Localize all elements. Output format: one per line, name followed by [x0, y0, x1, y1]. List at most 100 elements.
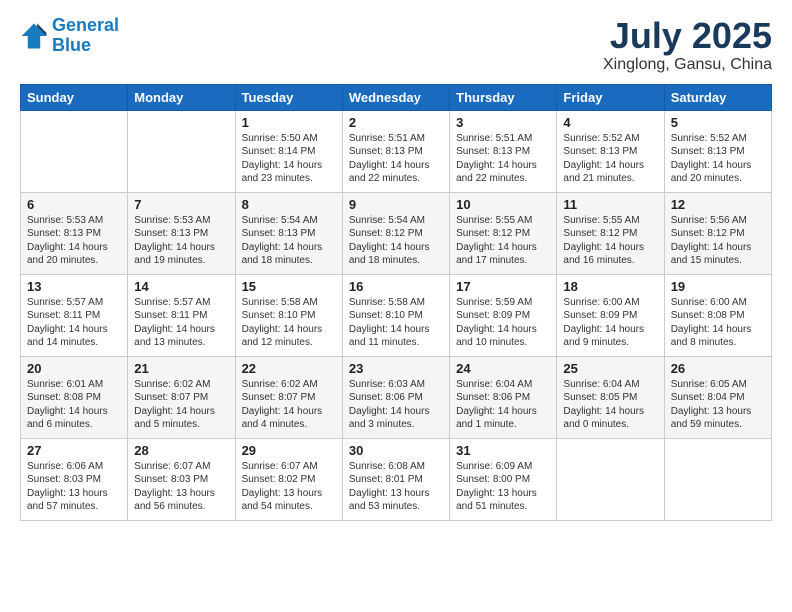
col-friday: Friday [557, 84, 664, 110]
day-info: Sunrise: 5:56 AM Sunset: 8:12 PM Dayligh… [671, 214, 765, 268]
day-number: 22 [242, 361, 336, 376]
day-info: Sunrise: 5:54 AM Sunset: 8:12 PM Dayligh… [349, 214, 443, 268]
table-row: 11 Sunrise: 5:55 AM Sunset: 8:12 PM Dayli… [557, 192, 664, 274]
day-info: Sunrise: 5:53 AM Sunset: 8:13 PM Dayligh… [134, 214, 228, 268]
table-row: 19 Sunrise: 6:00 AM Sunset: 8:08 PM Dayli… [664, 274, 771, 356]
table-row: 30Sunrise: 6:08 AM Sunset: 8:01 PM Dayli… [342, 438, 449, 520]
table-row: 2 Sunrise: 5:51 AM Sunset: 8:13 PM Daylig… [342, 110, 449, 192]
table-row: 3Sunrise: 5:51 AM Sunset: 8:13 PM Daylig… [450, 110, 557, 192]
day-info: Sunrise: 6:00 AM Sunset: 8:08 PM Dayligh… [671, 296, 765, 350]
day-info: Sunrise: 5:54 AM Sunset: 8:13 PM Dayligh… [242, 214, 336, 268]
calendar-header-row: Sunday Monday Tuesday Wednesday Thursday… [21, 84, 772, 110]
table-row: 24 Sunrise: 6:04 AM Sunset: 8:06 PM Dayli… [450, 356, 557, 438]
day-info: Sunrise: 6:08 AM Sunset: 8:01 PM Dayligh… [349, 460, 443, 514]
table-row [664, 438, 771, 520]
page: General Blue July 2025 Xinglong, Gansu, … [0, 0, 792, 612]
day-info: Sunrise: 6:02 AM Sunset: 8:07 PM Dayligh… [134, 378, 228, 432]
table-row: 9 Sunrise: 5:54 AM Sunset: 8:12 PM Daylig… [342, 192, 449, 274]
day-number: 13 [27, 279, 121, 294]
table-row: 7 Sunrise: 5:53 AM Sunset: 8:13 PM Daylig… [128, 192, 235, 274]
day-number: 12 [671, 197, 765, 212]
day-number: 9 [349, 197, 443, 212]
day-number: 25 [563, 361, 657, 376]
table-row: 25 Sunrise: 6:04 AM Sunset: 8:05 PM Dayli… [557, 356, 664, 438]
day-info: Sunrise: 5:52 AM Sunset: 8:13 PM Dayligh… [671, 132, 765, 186]
table-row: 23Sunrise: 6:03 AM Sunset: 8:06 PM Dayli… [342, 356, 449, 438]
day-info: Sunrise: 5:52 AM Sunset: 8:13 PM Dayligh… [563, 132, 657, 186]
day-info: Sunrise: 6:07 AM Sunset: 8:02 PM Dayligh… [242, 460, 336, 514]
day-number: 31 [456, 443, 550, 458]
table-row: 29Sunrise: 6:07 AM Sunset: 8:02 PM Dayli… [235, 438, 342, 520]
month-title: July 2025 [603, 16, 772, 56]
day-number: 11 [563, 197, 657, 212]
day-number: 10 [456, 197, 550, 212]
day-info: Sunrise: 5:57 AM Sunset: 8:11 PM Dayligh… [27, 296, 121, 350]
day-number: 7 [134, 197, 228, 212]
day-number: 20 [27, 361, 121, 376]
day-number: 16 [349, 279, 443, 294]
day-info: Sunrise: 5:58 AM Sunset: 8:10 PM Dayligh… [349, 296, 443, 350]
day-info: Sunrise: 5:58 AM Sunset: 8:10 PM Dayligh… [242, 296, 336, 350]
table-row: 16 Sunrise: 5:58 AM Sunset: 8:10 PM Dayli… [342, 274, 449, 356]
day-info: Sunrise: 5:57 AM Sunset: 8:11 PM Dayligh… [134, 296, 228, 350]
table-row: 21 Sunrise: 6:02 AM Sunset: 8:07 PM Dayli… [128, 356, 235, 438]
table-row: 14Sunrise: 5:57 AM Sunset: 8:11 PM Dayli… [128, 274, 235, 356]
day-number: 4 [563, 115, 657, 130]
calendar-week-row: 13 Sunrise: 5:57 AM Sunset: 8:11 PM Dayli… [21, 274, 772, 356]
table-row: 15 Sunrise: 5:58 AM Sunset: 8:10 PM Dayli… [235, 274, 342, 356]
col-tuesday: Tuesday [235, 84, 342, 110]
calendar-week-row: 1Sunrise: 5:50 AM Sunset: 8:14 PM Daylig… [21, 110, 772, 192]
title-block: July 2025 Xinglong, Gansu, China [603, 16, 772, 74]
table-row: 27 Sunrise: 6:06 AM Sunset: 8:03 PM Dayli… [21, 438, 128, 520]
day-number: 21 [134, 361, 228, 376]
day-info: Sunrise: 5:51 AM Sunset: 8:13 PM Dayligh… [349, 132, 443, 186]
table-row: 20Sunrise: 6:01 AM Sunset: 8:08 PM Dayli… [21, 356, 128, 438]
table-row: 1Sunrise: 5:50 AM Sunset: 8:14 PM Daylig… [235, 110, 342, 192]
day-info: Sunrise: 6:09 AM Sunset: 8:00 PM Dayligh… [456, 460, 550, 514]
day-info: Sunrise: 6:04 AM Sunset: 8:05 PM Dayligh… [563, 378, 657, 432]
day-number: 15 [242, 279, 336, 294]
table-row: 12 Sunrise: 5:56 AM Sunset: 8:12 PM Dayli… [664, 192, 771, 274]
day-info: Sunrise: 5:59 AM Sunset: 8:09 PM Dayligh… [456, 296, 550, 350]
day-info: Sunrise: 6:04 AM Sunset: 8:06 PM Dayligh… [456, 378, 550, 432]
table-row: 18 Sunrise: 6:00 AM Sunset: 8:09 PM Dayli… [557, 274, 664, 356]
calendar-week-row: 20Sunrise: 6:01 AM Sunset: 8:08 PM Dayli… [21, 356, 772, 438]
day-number: 3 [456, 115, 550, 130]
day-number: 17 [456, 279, 550, 294]
day-info: Sunrise: 6:06 AM Sunset: 8:03 PM Dayligh… [27, 460, 121, 514]
logo-text: General Blue [52, 16, 119, 56]
table-row: 4 Sunrise: 5:52 AM Sunset: 8:13 PM Daylig… [557, 110, 664, 192]
day-number: 24 [456, 361, 550, 376]
day-info: Sunrise: 6:02 AM Sunset: 8:07 PM Dayligh… [242, 378, 336, 432]
col-saturday: Saturday [664, 84, 771, 110]
table-row: 5 Sunrise: 5:52 AM Sunset: 8:13 PM Daylig… [664, 110, 771, 192]
day-number: 23 [349, 361, 443, 376]
logo-icon [20, 22, 48, 50]
day-info: Sunrise: 6:05 AM Sunset: 8:04 PM Dayligh… [671, 378, 765, 432]
col-wednesday: Wednesday [342, 84, 449, 110]
table-row: 8 Sunrise: 5:54 AM Sunset: 8:13 PM Daylig… [235, 192, 342, 274]
day-info: Sunrise: 5:55 AM Sunset: 8:12 PM Dayligh… [563, 214, 657, 268]
calendar-table: Sunday Monday Tuesday Wednesday Thursday… [20, 84, 772, 521]
table-row [128, 110, 235, 192]
day-info: Sunrise: 5:55 AM Sunset: 8:12 PM Dayligh… [456, 214, 550, 268]
day-info: Sunrise: 6:07 AM Sunset: 8:03 PM Dayligh… [134, 460, 228, 514]
day-number: 1 [242, 115, 336, 130]
header: General Blue July 2025 Xinglong, Gansu, … [20, 16, 772, 74]
day-number: 6 [27, 197, 121, 212]
col-thursday: Thursday [450, 84, 557, 110]
day-number: 27 [27, 443, 121, 458]
table-row: 17 Sunrise: 5:59 AM Sunset: 8:09 PM Dayli… [450, 274, 557, 356]
calendar-week-row: 6 Sunrise: 5:53 AM Sunset: 8:13 PM Daylig… [21, 192, 772, 274]
day-number: 8 [242, 197, 336, 212]
day-number: 2 [349, 115, 443, 130]
day-number: 19 [671, 279, 765, 294]
day-info: Sunrise: 6:00 AM Sunset: 8:09 PM Dayligh… [563, 296, 657, 350]
day-number: 5 [671, 115, 765, 130]
logo: General Blue [20, 16, 119, 56]
table-row: 22 Sunrise: 6:02 AM Sunset: 8:07 PM Dayli… [235, 356, 342, 438]
day-number: 18 [563, 279, 657, 294]
table-row: 26Sunrise: 6:05 AM Sunset: 8:04 PM Dayli… [664, 356, 771, 438]
table-row: 10 Sunrise: 5:55 AM Sunset: 8:12 PM Dayli… [450, 192, 557, 274]
location: Xinglong, Gansu, China [603, 56, 772, 74]
